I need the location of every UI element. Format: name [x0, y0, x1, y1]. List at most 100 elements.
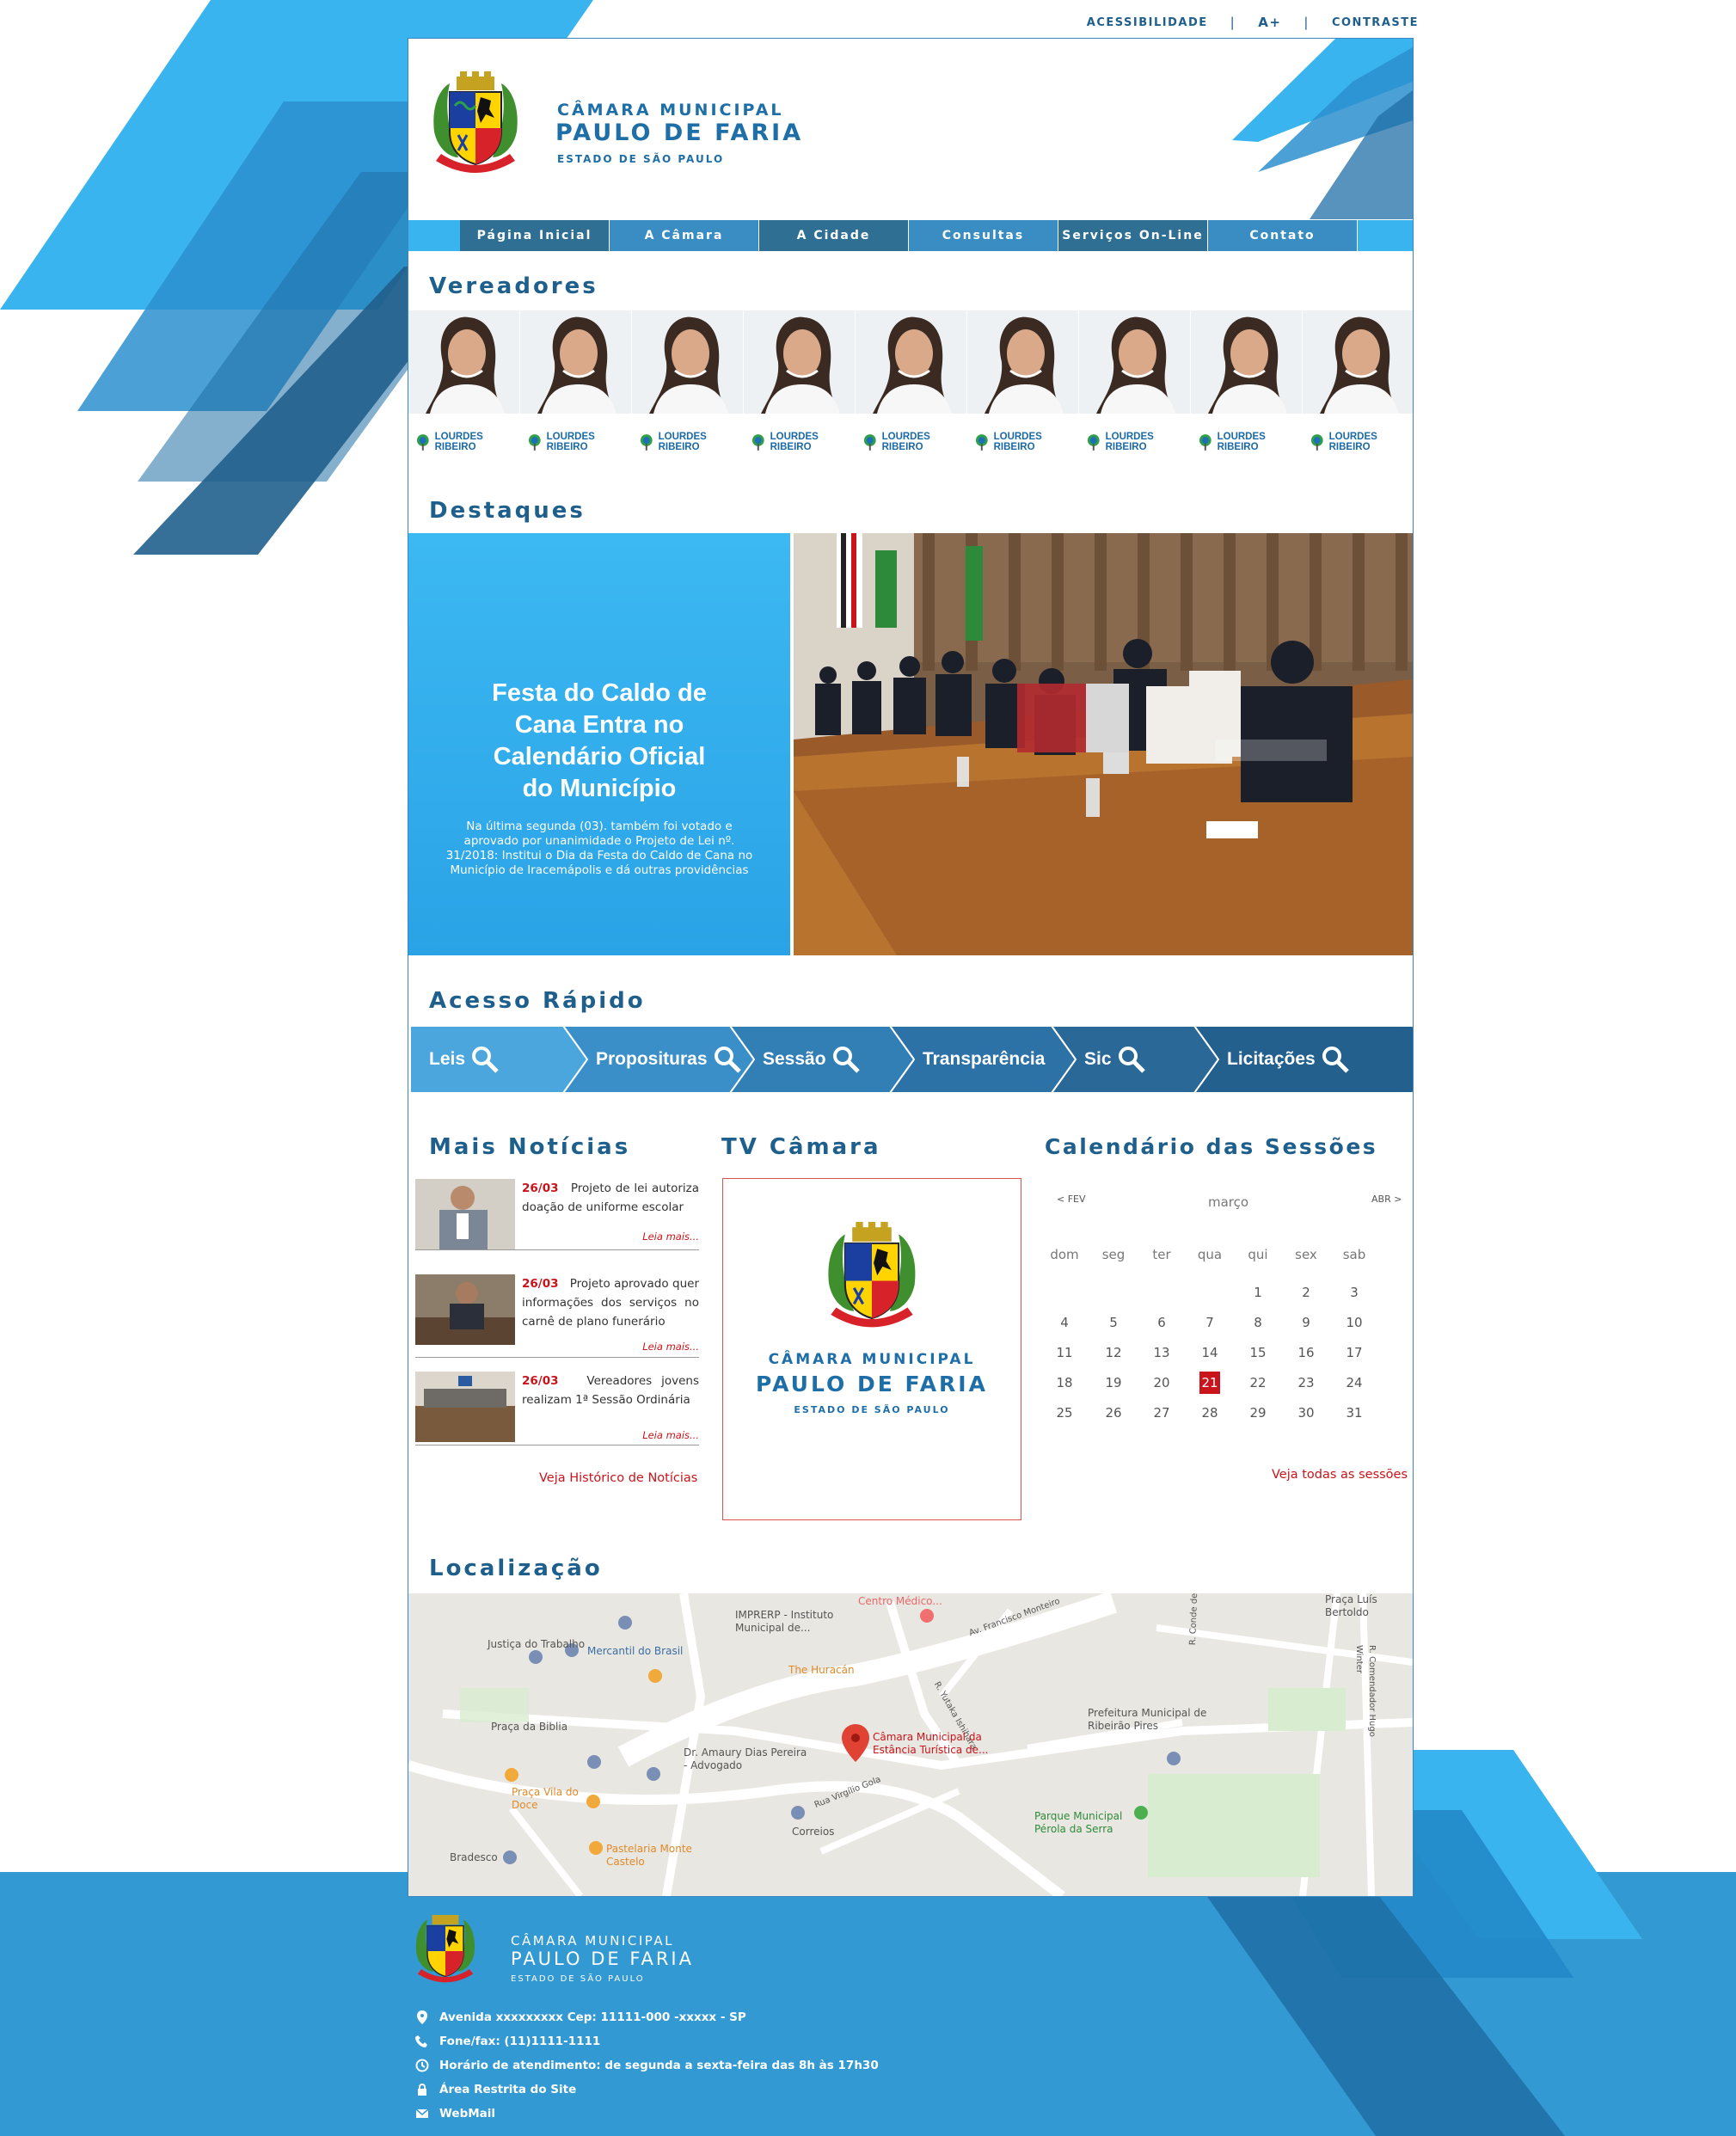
councillor-photo[interactable] [1303, 310, 1413, 414]
map-label[interactable]: IMPRERP - Instituto Municipal de... [735, 1609, 856, 1635]
quick-access-label: Proposituras [596, 1026, 742, 1093]
councillor-photo[interactable] [408, 310, 519, 414]
read-more-link[interactable]: Leia mais... [642, 1231, 699, 1243]
calendar-weekday: qua [1197, 1247, 1223, 1262]
quick-access-item[interactable]: Licitações [1194, 1026, 1413, 1093]
calendar-day[interactable]: 1 [1241, 1285, 1275, 1300]
site-logo[interactable]: CÂMARA MUNICIPAL PAULO DE FARIA ESTADO D… [424, 71, 837, 187]
calendar-day[interactable]: 13 [1144, 1345, 1179, 1360]
map-label[interactable]: R. Comendador Hugo Winter [1353, 1645, 1378, 1748]
calendar-day[interactable]: 18 [1047, 1375, 1082, 1390]
calendar-day[interactable]: 20 [1144, 1375, 1179, 1390]
calendar-day[interactable]: 7 [1193, 1315, 1227, 1330]
calendar-day[interactable]: 9 [1289, 1315, 1323, 1330]
calendar-next-button[interactable]: ABR > [1371, 1194, 1402, 1205]
map-label[interactable]: Mercantil do Brasil [587, 1645, 708, 1658]
councillor-name-text: LOURDES RIBEIRO [1217, 432, 1266, 452]
calendar-day[interactable]: 19 [1096, 1375, 1131, 1390]
map-label[interactable]: Correios [792, 1826, 852, 1838]
calendar-day[interactable]: 15 [1241, 1345, 1275, 1360]
main-nav: Página Inicial A Câmara A Cidade Consult… [408, 220, 1413, 251]
calendar-day[interactable]: 23 [1289, 1375, 1323, 1390]
calendar-day[interactable]: 5 [1096, 1315, 1131, 1330]
news-date: 26/03 [522, 1277, 559, 1291]
calendar-day[interactable]: 30 [1289, 1405, 1323, 1421]
map-label[interactable]: Câmara Municipal da Estância Turística d… [873, 1731, 1027, 1757]
calendar-day[interactable]: 22 [1241, 1375, 1275, 1390]
location-map[interactable]: Centro Médico... Av. Francisco Monteiro Pr… [408, 1593, 1413, 1896]
calendar-weekday: sex [1295, 1247, 1317, 1262]
calendar-day[interactable]: 6 [1144, 1315, 1179, 1330]
quick-access-item[interactable]: Proposituras [563, 1026, 754, 1093]
tv-player[interactable]: CÂMARA MUNICIPAL PAULO DE FARIA ESTADO D… [722, 1178, 1021, 1520]
map-label[interactable]: Parque Municipal Pérola da Serra [1034, 1810, 1138, 1836]
quick-access-label-text: Licitações [1227, 1049, 1316, 1069]
nav-item-cidade[interactable]: A Cidade [759, 220, 909, 251]
nav-label: Página Inicial [476, 229, 592, 242]
councillor-photo[interactable] [967, 310, 1078, 414]
coat-of-arms-icon [433, 71, 518, 173]
calendar-day[interactable]: 24 [1337, 1375, 1371, 1390]
calendar-day[interactable]: 3 [1337, 1285, 1371, 1300]
councillor-photo[interactable] [520, 310, 631, 414]
calendar-day[interactable]: 4 [1047, 1315, 1082, 1330]
calendar-day[interactable]: 12 [1096, 1345, 1131, 1360]
calendar-day[interactable]: 16 [1289, 1345, 1323, 1360]
map-label[interactable]: Praça da Biblia [491, 1721, 577, 1734]
quick-access-item[interactable]: Sessão [730, 1026, 914, 1093]
read-more-link[interactable]: Leia mais... [642, 1429, 699, 1441]
calendar-day[interactable]: 28 [1193, 1405, 1227, 1421]
featured-photo[interactable] [794, 533, 1413, 955]
quick-access-item[interactable]: Leis [410, 1026, 587, 1093]
calendar-day[interactable]: 26 [1096, 1405, 1131, 1421]
quick-access-item[interactable]: Transparência [890, 1026, 1076, 1141]
nav-item-camara[interactable]: A Câmara [610, 220, 759, 251]
councillor-photo[interactable] [1079, 310, 1190, 414]
news-body: 26/03 Vereadores jovens realizam 1ª Sess… [522, 1372, 699, 1409]
nav-item-servicos[interactable]: Serviços On-Line [1058, 220, 1208, 251]
news-history-link[interactable]: Veja Histórico de Notícias [539, 1471, 697, 1485]
map-label[interactable]: Pastelaria Monte Castelo [606, 1843, 727, 1869]
calendar-day[interactable]: 10 [1337, 1315, 1371, 1330]
quick-access-item[interactable]: Sic [1052, 1026, 1218, 1093]
calendar-day[interactable]: 25 [1047, 1405, 1082, 1421]
map-label[interactable]: Centro Médico... [858, 1595, 953, 1608]
font-increase-button[interactable]: A+ [1258, 15, 1281, 30]
nav-item-consultas[interactable]: Consultas [909, 220, 1058, 251]
councillor-photo[interactable] [744, 310, 855, 414]
calendar-day[interactable]: 8 [1241, 1315, 1275, 1330]
map-label[interactable]: Bradesco [450, 1851, 518, 1864]
nav-item-home[interactable]: Página Inicial [460, 220, 610, 251]
footer-webmail-link[interactable]: WebMail [415, 2107, 495, 2121]
contrast-link[interactable]: Contraste [1332, 16, 1419, 29]
calendar-day[interactable]: 31 [1337, 1405, 1371, 1421]
nav-label: Serviços On-Line [1062, 229, 1204, 242]
calendar-day[interactable]: 11 [1047, 1345, 1082, 1360]
footer-restricted-link[interactable]: Área Restrita do Site [415, 2083, 576, 2096]
calendar-day[interactable]: 29 [1241, 1405, 1275, 1421]
footer-logo[interactable]: CÂMARA MUNICIPAL PAULO DE FARIA ESTADO D… [409, 1909, 822, 2004]
search-icon [1118, 1047, 1145, 1074]
featured-story-panel[interactable]: Festa do Caldo de Cana Entra no Calendár… [408, 533, 790, 955]
map-label[interactable]: The Huracán [788, 1664, 874, 1677]
accessibility-link[interactable]: Acessibilidade [1087, 16, 1208, 29]
councillor-photo[interactable] [856, 310, 966, 414]
councillor-photo[interactable] [632, 310, 743, 414]
calendar-day[interactable]: 17 [1337, 1345, 1371, 1360]
councillor-name: LOURDES RIBEIRO [1084, 432, 1196, 452]
all-sessions-link[interactable]: Veja todas as sessões [1272, 1468, 1408, 1482]
calendar-prev-button[interactable]: < FEV [1057, 1194, 1086, 1205]
nav-item-contato[interactable]: Contato [1208, 220, 1358, 251]
calendar-day[interactable]: 2 [1289, 1285, 1323, 1300]
map-label[interactable]: Justiça do Trabalho [488, 1638, 599, 1651]
calendar-day-today[interactable]: 21 [1199, 1372, 1220, 1394]
councillor-photo[interactable] [1191, 310, 1302, 414]
calendar-day[interactable]: 27 [1144, 1405, 1179, 1421]
map-label[interactable]: Dr. Amaury Dias Pereira - Advogado [684, 1746, 813, 1772]
map-label[interactable]: Prefeitura Municipal de Ribeirão Pires [1088, 1707, 1217, 1733]
map-label[interactable]: Praça Vila do Doce [512, 1786, 606, 1812]
read-more-link[interactable]: Leia mais... [642, 1341, 699, 1353]
news-item[interactable]: 26/03 Vereadores jovens realizam 1ª Sess… [415, 1372, 699, 1485]
map-label[interactable]: Praça Luís Bertoldo [1325, 1593, 1394, 1619]
calendar-day[interactable]: 14 [1193, 1345, 1227, 1360]
